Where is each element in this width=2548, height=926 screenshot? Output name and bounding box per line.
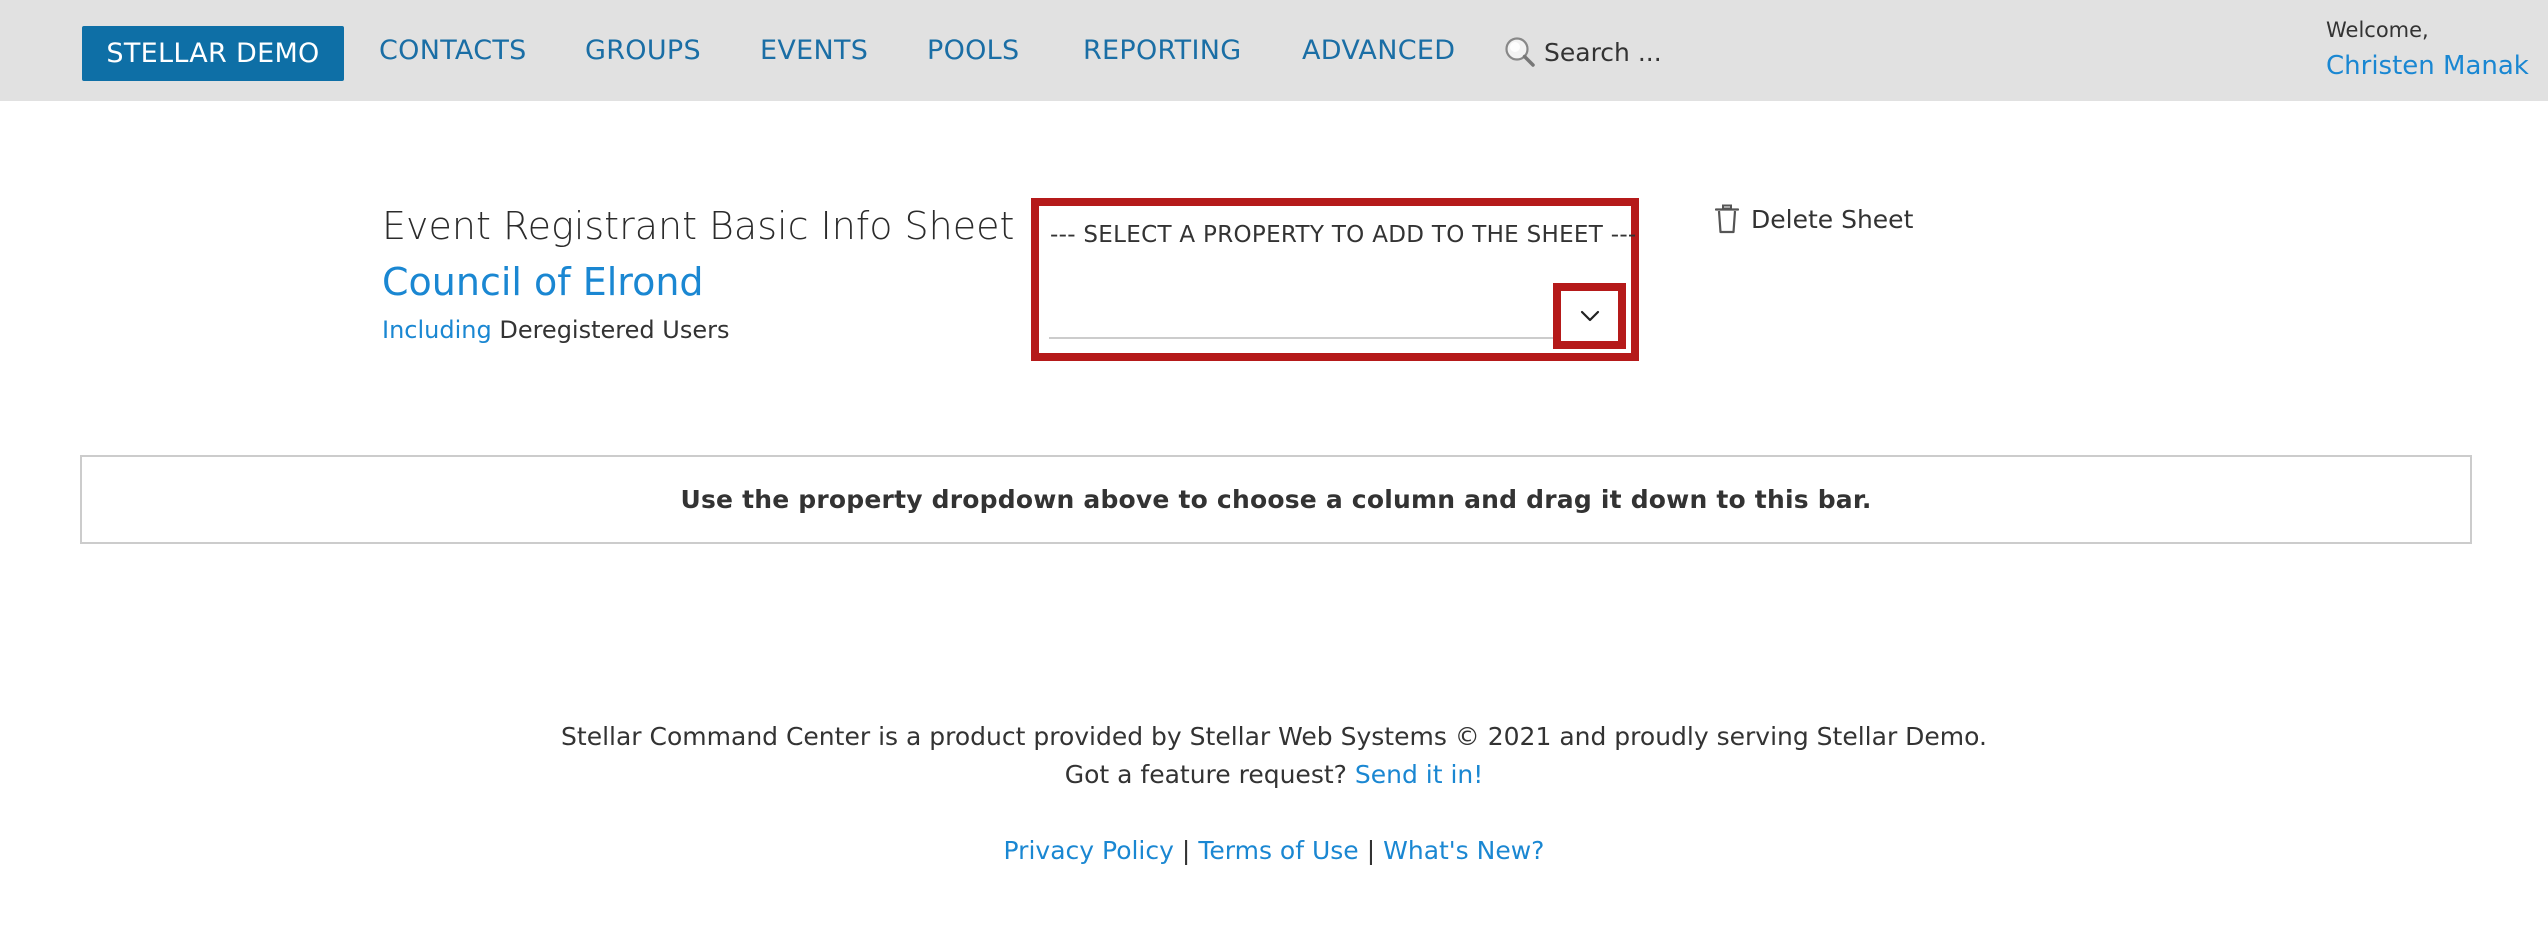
including-toggle-link[interactable]: Including — [382, 316, 492, 344]
including-filter-text: Deregistered Users — [491, 316, 730, 344]
footer-feature-request: Got a feature request? Send it in! — [0, 760, 2548, 789]
trash-icon — [1715, 204, 1741, 234]
drop-zone-hint: Use the property dropdown above to choos… — [680, 485, 1872, 514]
nav-advanced[interactable]: ADVANCED — [1302, 35, 1455, 66]
property-select-toggle-highlight — [1553, 283, 1626, 349]
send-feature-request-link[interactable]: Send it in! — [1355, 760, 1483, 789]
search-box — [1500, 30, 1720, 74]
welcome-text: Welcome, — [2326, 18, 2429, 42]
privacy-policy-link[interactable]: Privacy Policy — [1004, 836, 1174, 865]
footer-copyright: Stellar Command Center is a product prov… — [561, 722, 1987, 751]
nav-events[interactable]: EVENTS — [760, 35, 868, 66]
event-name-link[interactable]: Council of Elrond — [382, 260, 704, 304]
top-navigation-bar: STELLAR DEMO CONTACTS GROUPS EVENTS POOL… — [0, 0, 2548, 101]
column-drop-zone[interactable]: Use the property dropdown above to choos… — [80, 455, 2472, 544]
property-select-underline — [1049, 337, 1621, 339]
footer-links: Privacy Policy | Terms of Use | What's New? — [0, 836, 2548, 865]
feature-request-text: Got a feature request? — [1064, 760, 1355, 789]
brand-button[interactable]: STELLAR DEMO — [82, 26, 344, 81]
nav-groups[interactable]: GROUPS — [585, 35, 701, 66]
terms-of-use-link[interactable]: Terms of Use — [1198, 836, 1358, 865]
whats-new-link[interactable]: What's New? — [1383, 836, 1544, 865]
delete-sheet-label: Delete Sheet — [1751, 204, 1914, 234]
search-icon[interactable] — [1500, 32, 1540, 72]
chevron-down-icon — [1580, 307, 1600, 326]
search-input[interactable] — [1544, 37, 1714, 67]
nav-pools[interactable]: POOLS — [927, 35, 1019, 66]
property-select-toggle-button[interactable] — [1566, 294, 1614, 338]
property-select-label[interactable]: --- SELECT A PROPERTY TO ADD TO THE SHEE… — [1050, 222, 1636, 248]
nav-reporting[interactable]: REPORTING — [1083, 35, 1241, 66]
footer-separator: | — [1181, 836, 1191, 865]
nav-contacts[interactable]: CONTACTS — [379, 35, 527, 66]
user-profile-link[interactable]: Christen Manak — [2326, 51, 2529, 81]
footer-separator: | — [1366, 836, 1376, 865]
page-title: Event Registrant Basic Info Sheet — [382, 204, 1015, 248]
delete-sheet-button[interactable]: Delete Sheet — [1715, 202, 1913, 236]
including-filter: Including Deregistered Users — [382, 316, 729, 344]
